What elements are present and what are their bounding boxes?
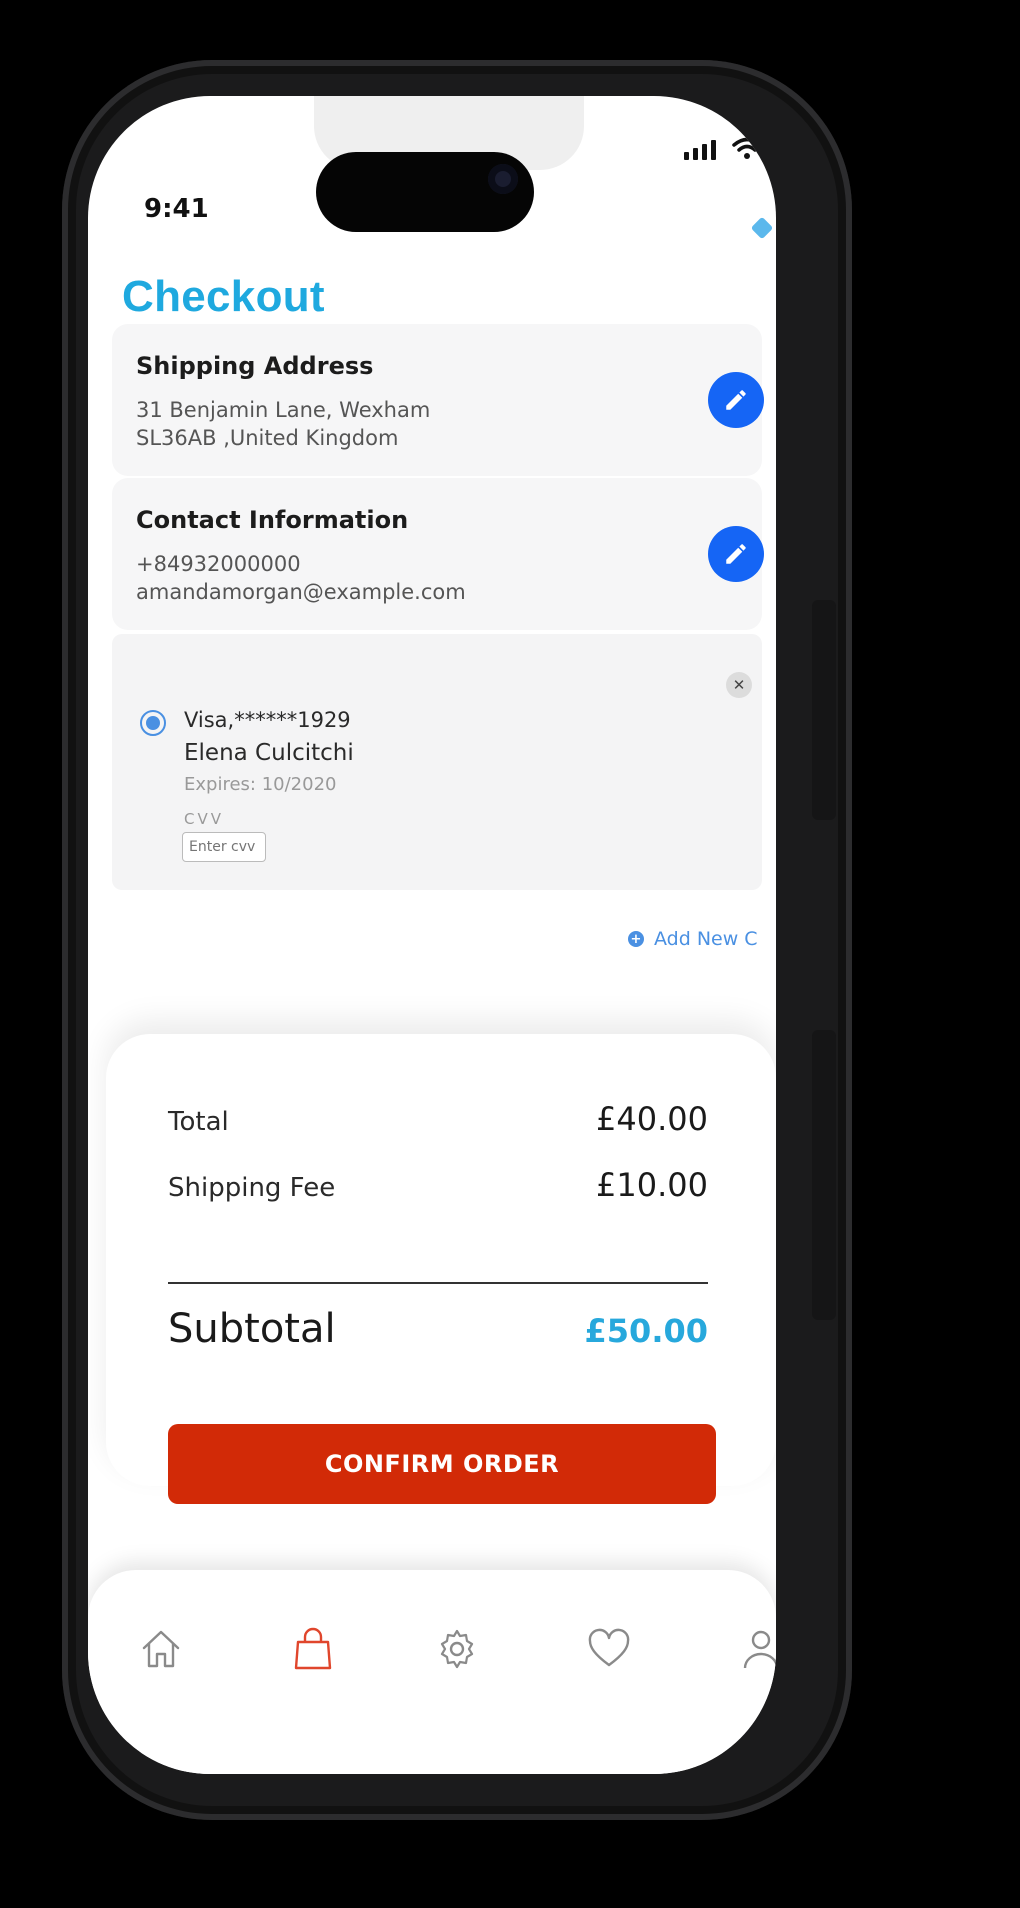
total-value: £40.00 bbox=[596, 1100, 708, 1138]
profile-icon bbox=[743, 1630, 776, 1669]
volume-button bbox=[812, 600, 836, 820]
total-row: Total £40.00 bbox=[168, 1100, 708, 1138]
card-number: Visa,******1929 bbox=[184, 708, 351, 732]
shipping-fee-row: Shipping Fee £10.00 bbox=[168, 1166, 708, 1204]
subtotal-value: £50.00 bbox=[584, 1312, 708, 1350]
cvv-input[interactable] bbox=[182, 832, 266, 862]
shipping-fee-label: Shipping Fee bbox=[168, 1173, 336, 1203]
contact-information-card: Contact Information +84932000000 amandam… bbox=[112, 478, 764, 630]
edit-contact-button[interactable] bbox=[708, 526, 764, 582]
contact-email: amandamorgan@example.com bbox=[136, 580, 466, 604]
shipping-address-line1: 31 Benjamin Lane, Wexham bbox=[136, 398, 431, 422]
corner-badge bbox=[750, 216, 774, 240]
page-title: Checkout bbox=[122, 272, 325, 321]
home-icon bbox=[142, 1630, 180, 1668]
plus-icon: + bbox=[628, 931, 644, 947]
add-new-card-link[interactable]: + Add New C bbox=[628, 928, 758, 950]
summary-divider bbox=[168, 1282, 708, 1284]
total-label: Total bbox=[168, 1107, 229, 1137]
phone-screen: 9:41 Checkout Shipping Address 31 Benjam… bbox=[88, 96, 776, 1774]
card-expiry: Expires: 10/2020 bbox=[184, 774, 337, 795]
close-icon: ✕ bbox=[732, 676, 746, 694]
order-summary-panel: Total £40.00 Shipping Fee £10.00 Subtota… bbox=[106, 1034, 776, 1504]
shopping-bag-icon bbox=[294, 1627, 332, 1670]
tab-home[interactable] bbox=[136, 1624, 186, 1674]
card-holder: Elena Culcitchi bbox=[184, 740, 354, 766]
pencil-icon bbox=[726, 390, 746, 410]
tab-favorites[interactable] bbox=[584, 1624, 634, 1674]
wifi-icon bbox=[732, 137, 762, 159]
gear-icon bbox=[440, 1629, 474, 1669]
pencil-icon bbox=[726, 544, 746, 564]
heart-icon bbox=[588, 1628, 630, 1667]
shipping-address-line2: SL36AB ,United Kingdom bbox=[136, 426, 399, 450]
cvv-label: CVV bbox=[184, 810, 224, 828]
tab-bag[interactable] bbox=[288, 1624, 338, 1674]
shipping-address-title: Shipping Address bbox=[136, 352, 374, 380]
power-button bbox=[812, 1030, 836, 1320]
add-new-card-label: Add New C bbox=[654, 928, 758, 950]
tab-profile[interactable] bbox=[736, 1624, 776, 1674]
contact-information-title: Contact Information bbox=[136, 506, 409, 534]
subtotal-row: Subtotal £50.00 bbox=[168, 1306, 708, 1352]
bottom-tab-bar bbox=[88, 1570, 776, 1774]
signal-icon bbox=[684, 140, 716, 160]
shipping-fee-value: £10.00 bbox=[596, 1166, 708, 1204]
remove-card-button[interactable]: ✕ bbox=[726, 672, 752, 698]
status-time: 9:41 bbox=[144, 194, 209, 224]
payment-radio[interactable] bbox=[140, 710, 166, 736]
contact-phone: +84932000000 bbox=[136, 552, 301, 576]
camera-icon bbox=[488, 164, 518, 194]
payment-method-card: Visa,******1929 Elena Culcitchi Expires:… bbox=[112, 634, 762, 890]
confirm-order-button[interactable]: CONFIRM ORDER bbox=[168, 1424, 716, 1504]
tab-settings[interactable] bbox=[432, 1624, 482, 1674]
shipping-address-card: Shipping Address 31 Benjamin Lane, Wexha… bbox=[112, 324, 764, 476]
edit-shipping-button[interactable] bbox=[708, 372, 764, 428]
subtotal-label: Subtotal bbox=[168, 1306, 336, 1352]
